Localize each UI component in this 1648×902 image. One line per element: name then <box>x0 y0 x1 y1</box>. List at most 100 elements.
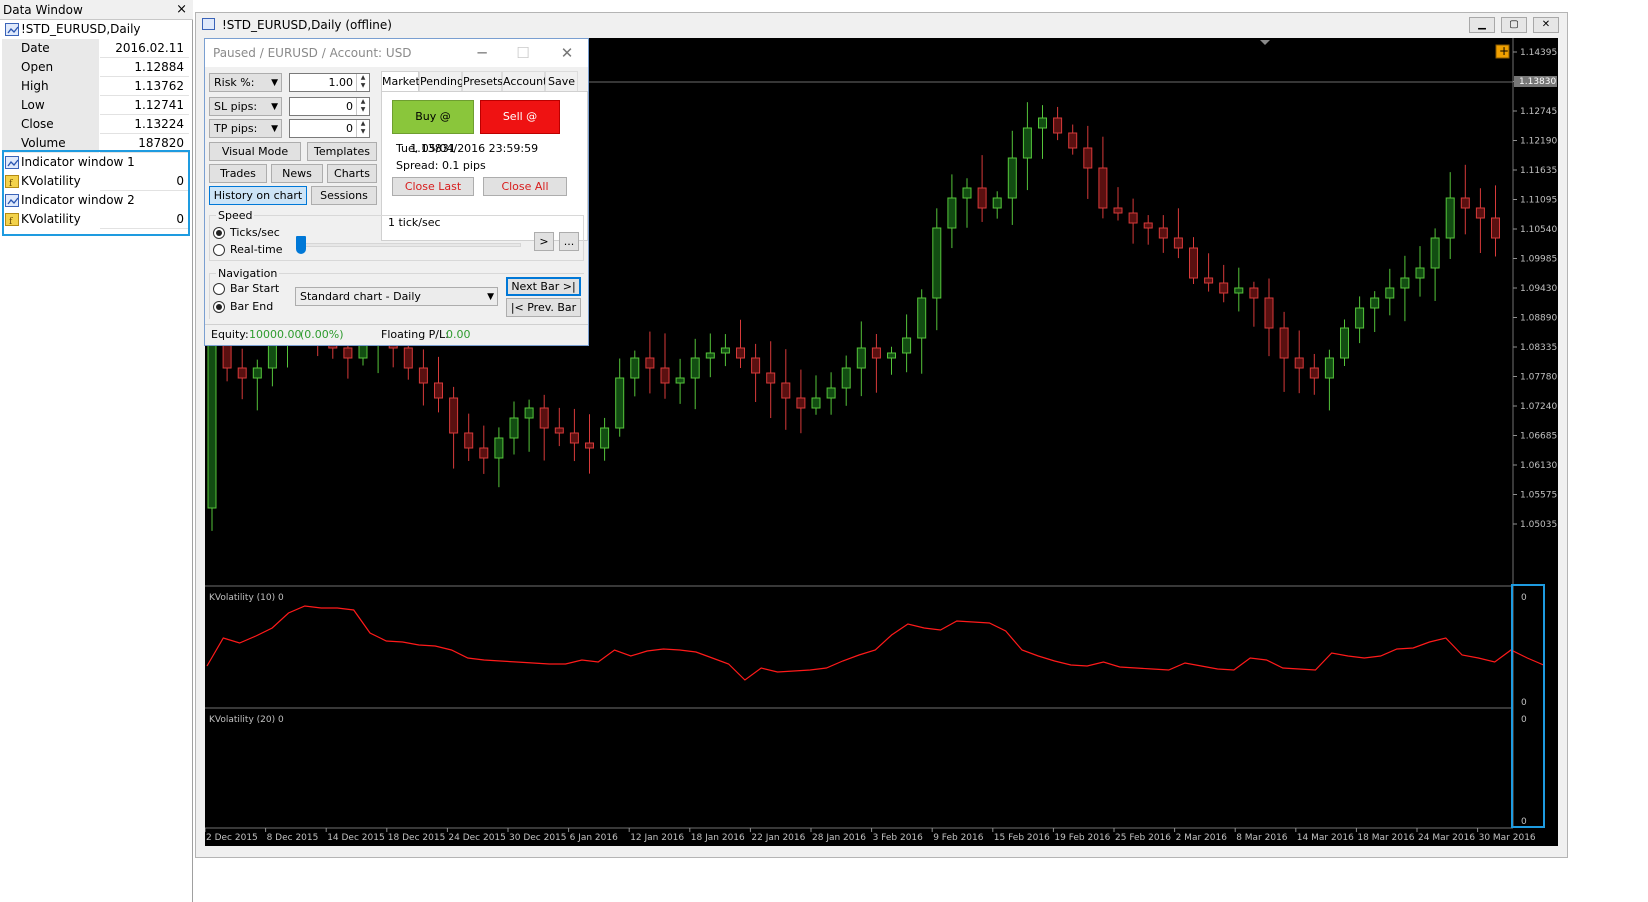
risk-label: Risk %: <box>214 76 255 89</box>
price-tick-label: 1.12190 <box>1520 137 1557 147</box>
close-button[interactable]: ✕ <box>1533 17 1559 33</box>
data-window-row-value: 1.12741 <box>134 98 184 112</box>
date-tick-label: 22 Jan 2016 <box>751 833 805 843</box>
data-window-row-label: Open <box>2 58 100 77</box>
date-tick-label: 6 Jan 2016 <box>570 833 618 843</box>
candle-body <box>720 347 730 354</box>
candle-body <box>1158 227 1168 239</box>
spinner-icon[interactable]: ▲ ▼ <box>356 74 369 91</box>
candle-body <box>554 427 564 434</box>
candle-body <box>1173 237 1183 249</box>
minimize-icon[interactable]: ─ <box>467 39 497 67</box>
close-last-button[interactable]: Close Last <box>392 177 474 196</box>
data-window-row-label: High <box>2 77 100 96</box>
spinner-icon[interactable]: ▲ ▼ <box>356 98 369 115</box>
buy-button[interactable]: Buy @ 1.13831 <box>392 100 474 155</box>
data-window-row: Open 1.12884 <box>2 58 189 77</box>
data-window-row-label: Date <box>2 39 100 58</box>
tab-pending[interactable]: Pending <box>419 71 464 91</box>
date-tick-label: 8 Dec 2015 <box>267 833 319 843</box>
spread-text: Spread: 0.1 pips <box>396 159 486 172</box>
candle-body <box>811 397 821 409</box>
speed-slider-track[interactable] <box>299 243 521 247</box>
sl-mode-select[interactable]: SL pips: ▼ <box>209 97 282 116</box>
data-window-row-value: 2016.02.11 <box>115 41 184 55</box>
price-tick-label: 1.09985 <box>1520 255 1557 265</box>
data-window-title: Data Window <box>3 3 83 17</box>
candle-body <box>751 357 761 374</box>
visual-mode-button[interactable]: Visual Mode <box>209 142 301 161</box>
ticks-sec-radio[interactable] <box>213 227 225 239</box>
trades-button[interactable]: Trades <box>209 164 267 183</box>
candle-body <box>539 407 549 429</box>
candle-body <box>1083 147 1093 169</box>
chart-window-icon <box>202 18 215 30</box>
price-tick-label: 1.12745 <box>1520 107 1557 117</box>
candle-body <box>494 437 504 459</box>
price-tick-label: 1.09430 <box>1520 284 1557 294</box>
bar-end-radio[interactable] <box>213 301 225 313</box>
bar-start-radio[interactable] <box>213 283 225 295</box>
speed-options-button[interactable]: ... <box>559 232 579 251</box>
tab-presets[interactable]: Presets <box>462 71 503 91</box>
date-tick-label: 30 Dec 2015 <box>509 833 567 843</box>
candle-body <box>1279 327 1289 359</box>
data-window-panel: Data Window × !STD_EURUSD,Daily (offline… <box>0 0 193 902</box>
candle-body <box>1219 282 1229 294</box>
candle-body <box>1294 357 1304 369</box>
templates-button[interactable]: Templates <box>307 142 377 161</box>
tab-save[interactable]: Save <box>545 71 578 91</box>
date-tick-label: 14 Dec 2015 <box>327 833 385 843</box>
data-window-row-label: Close <box>2 115 100 134</box>
risk-input[interactable]: 1.00 ▲ ▼ <box>289 73 370 92</box>
maximize-icon[interactable]: ☐ <box>508 39 538 67</box>
candle-body <box>1445 197 1455 239</box>
step-button[interactable]: > <box>534 232 554 251</box>
tp-input[interactable]: 0 ▲ ▼ <box>289 119 370 138</box>
date-tick-label: 30 Mar 2016 <box>1479 833 1536 843</box>
news-button[interactable]: News <box>271 164 323 183</box>
data-window-row: Date 2016.02.11 <box>2 39 189 58</box>
close-icon[interactable]: ✕ <box>552 39 582 67</box>
sessions-button[interactable]: Sessions <box>311 186 377 205</box>
candle-body <box>992 197 1002 209</box>
bar-end-label: Bar End <box>230 300 274 313</box>
data-window-title-bar: Data Window × <box>0 0 193 20</box>
candle-body <box>1355 307 1365 329</box>
candle-body <box>1264 297 1274 329</box>
candle-body <box>479 447 489 459</box>
tab-market[interactable]: Market <box>381 71 420 91</box>
candle-body <box>1415 267 1425 279</box>
candle-body <box>1309 367 1319 379</box>
spinner-icon[interactable]: ▲ ▼ <box>356 120 369 137</box>
maximize-button[interactable]: ▢ <box>1501 17 1527 33</box>
risk-mode-select[interactable]: Risk %: ▼ <box>209 73 282 92</box>
sell-button[interactable]: Sell @ 1.13830 <box>480 100 560 155</box>
speed-value: 1 tick/sec <box>388 216 441 229</box>
candle-body <box>343 347 353 359</box>
candle-body <box>509 417 519 439</box>
candle-body <box>705 352 715 359</box>
close-all-button[interactable]: Close All <box>483 177 567 196</box>
minimize-button[interactable]: ▁ <box>1469 17 1495 33</box>
real-time-radio[interactable] <box>213 244 225 256</box>
date-tick-label: 18 Jan 2016 <box>691 833 745 843</box>
speed-slider-handle[interactable] <box>296 236 306 254</box>
history-on-chart-button[interactable]: History on chart <box>209 186 307 205</box>
tp-label: TP pips: <box>214 122 258 135</box>
floating-pl-value: 0.00 <box>446 328 471 341</box>
chart-window-title-bar[interactable]: !STD_EURUSD,Daily (offline) ▁ ▢ ✕ <box>196 13 1569 37</box>
sl-input[interactable]: 0 ▲ ▼ <box>289 97 370 116</box>
candle-body <box>418 367 428 384</box>
next-bar-button[interactable]: Next Bar >| <box>506 277 581 296</box>
prev-bar-button[interactable]: |< Prev. Bar <box>506 298 581 317</box>
chevron-down-icon: ▼ <box>271 124 278 134</box>
tester-title-bar[interactable]: Paused / EURUSD / Account: USD ─ ☐ ✕ <box>205 39 588 67</box>
tp-mode-select[interactable]: TP pips: ▼ <box>209 119 282 138</box>
charts-button[interactable]: Charts <box>327 164 377 183</box>
chart-mode-select[interactable]: Standard chart - Daily ▼ <box>295 287 498 306</box>
close-icon[interactable]: × <box>176 0 187 20</box>
data-window-row: High 1.13762 <box>2 77 189 96</box>
tab-account[interactable]: Account <box>502 71 547 91</box>
date-tick-label: 8 Mar 2016 <box>1236 833 1288 843</box>
